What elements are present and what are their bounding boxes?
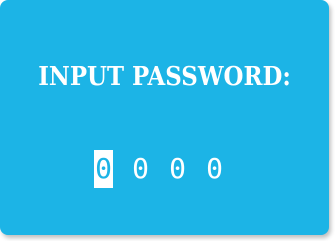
password-digit-1[interactable]: 0 <box>94 150 113 188</box>
password-panel: INPUT PASSWORD: 0 0 0 0 <box>0 0 329 235</box>
password-digit-2[interactable]: 0 <box>131 150 150 188</box>
password-digit-4[interactable]: 0 <box>205 150 224 188</box>
input-password-label: INPUT PASSWORD: <box>38 62 291 92</box>
password-digits[interactable]: 0 0 0 0 <box>94 150 224 190</box>
password-digit-3[interactable]: 0 <box>168 150 187 188</box>
